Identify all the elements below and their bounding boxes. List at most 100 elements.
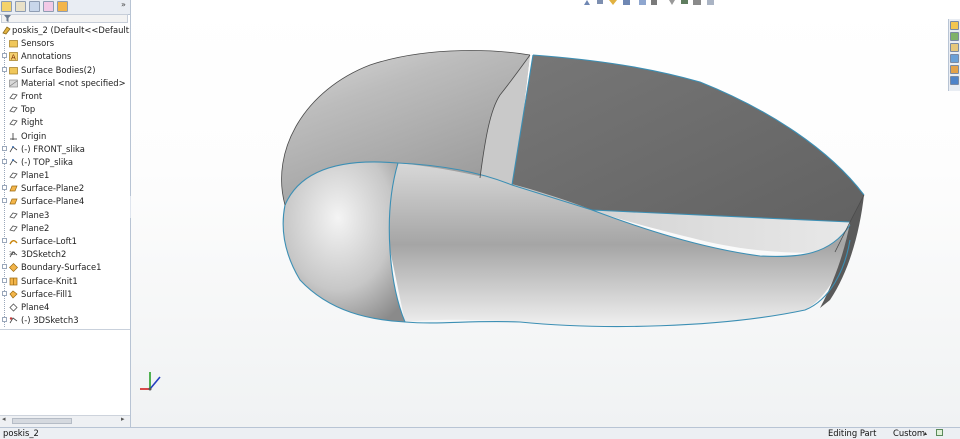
tree-item-origin[interactable]: Origin — [0, 130, 130, 143]
scroll-left-icon[interactable]: ◂ — [2, 415, 6, 423]
tree-item-front-plane[interactable]: Front — [0, 90, 130, 103]
hide-show-items-icon[interactable] — [669, 0, 675, 5]
tree-item-top-slika[interactable]: (-) TOP_slika — [0, 156, 130, 169]
configurationmanager-tab-icon[interactable] — [29, 1, 40, 12]
section-view-icon[interactable] — [623, 0, 630, 5]
reference-triad-icon — [140, 372, 161, 391]
expand-toggle[interactable] — [2, 185, 7, 191]
tree-item-material[interactable]: Material <not specified> — [0, 77, 130, 90]
svg-text:3D: 3D — [9, 251, 16, 257]
display-manager-tab-icon[interactable] — [57, 1, 68, 12]
filter-icon — [4, 15, 11, 22]
scroll-right-icon[interactable]: ▸ — [121, 415, 125, 423]
feature-manager-panel: » poskis_2 (Default<<Default>_ Sensors A… — [0, 0, 131, 427]
apply-scene-icon[interactable] — [693, 0, 701, 5]
expand-toggle[interactable] — [2, 53, 7, 59]
expand-toggle[interactable] — [2, 238, 7, 243]
plane-icon — [9, 172, 18, 179]
tree-item-surface-fill1[interactable]: Surface-Fill1 — [0, 288, 130, 301]
svg-text:A: A — [11, 54, 16, 62]
tree-item-annotations[interactable]: A Annotations — [0, 50, 130, 63]
tree-item-surface-knit1[interactable]: Surface-Knit1 — [0, 275, 130, 288]
plane-icon — [9, 119, 18, 126]
expand-toggle[interactable] — [2, 264, 7, 270]
appearances-scenes-icon[interactable] — [950, 76, 959, 85]
tree-item-plane1[interactable]: Plane1 — [0, 169, 130, 182]
sketch-icon — [9, 145, 18, 152]
view-palette-icon[interactable] — [950, 65, 959, 74]
3d-sketch-icon — [9, 317, 18, 324]
3d-model-view — [140, 50, 865, 391]
sensors-folder-icon — [9, 40, 18, 48]
manager-tabs: » — [0, 0, 130, 15]
search-icon[interactable] — [950, 54, 959, 63]
rebuild-status-icon[interactable] — [936, 429, 943, 436]
tree-item-front-slika[interactable]: (-) FRONT_slika — [0, 143, 130, 156]
file-explorer-icon[interactable] — [950, 43, 959, 52]
tree-item-surface-plane2[interactable]: Surface-Plane2 — [0, 182, 130, 195]
tree-item-3dsketch3[interactable]: (-) 3DSketch3 — [0, 314, 130, 327]
expand-toggle[interactable] — [2, 198, 7, 204]
tree-item-plane3[interactable]: Plane3 — [0, 209, 130, 222]
tree-item-sensors[interactable]: Sensors — [0, 37, 130, 50]
design-library-icon[interactable] — [950, 32, 959, 41]
edit-appearance-icon[interactable] — [681, 0, 688, 4]
tree-horizontal-scrollbar[interactable]: ◂ ▸ — [0, 415, 130, 427]
zoom-to-fit-icon[interactable] — [584, 0, 590, 5]
tree-item-surface-bodies[interactable]: Surface Bodies(2) — [0, 64, 130, 77]
display-style-icon[interactable] — [651, 0, 657, 5]
status-mode: Editing Part — [828, 428, 877, 438]
view-orientation-icon[interactable] — [639, 0, 646, 5]
expand-toggle[interactable] — [2, 66, 7, 72]
previous-view-icon[interactable] — [609, 0, 617, 5]
units-dropdown-icon[interactable]: ▴ — [924, 428, 927, 439]
heads-up-view-toolbar[interactable] — [581, 0, 741, 6]
tree-item-surface-plane4[interactable]: Surface-Plane4 — [0, 195, 130, 208]
3d-sketch-icon: 3D — [9, 251, 18, 258]
status-units[interactable]: Custom — [893, 428, 925, 439]
propertymanager-tab-icon[interactable] — [15, 1, 26, 12]
plane-icon — [9, 225, 18, 232]
front-nose-surface[interactable] — [283, 161, 405, 322]
plane-icon — [9, 212, 18, 219]
plane-icon — [9, 93, 18, 100]
surface-fill-icon — [9, 290, 18, 299]
tree-item-plane4[interactable]: Plane4 — [0, 301, 130, 314]
boundary-surface-icon — [9, 263, 18, 273]
sketch-icon — [9, 158, 18, 166]
tree-item-plane2[interactable]: Plane2 — [0, 222, 130, 235]
tree-item-surface-loft1[interactable]: Surface-Loft1 — [0, 235, 130, 248]
expand-toggle[interactable] — [2, 158, 7, 164]
tree-item-boundary-surface1[interactable]: Boundary-Surface1 — [0, 261, 130, 274]
surface-plane-icon — [9, 185, 18, 192]
origin-icon — [10, 132, 17, 140]
graphics-viewport[interactable] — [131, 0, 960, 427]
expand-toggle[interactable] — [2, 277, 7, 283]
expand-toggle[interactable] — [2, 317, 7, 323]
surface-knit-icon — [9, 277, 18, 285]
zoom-area-icon[interactable] — [597, 0, 603, 4]
dimxpert-tab-icon[interactable] — [43, 1, 54, 12]
scroll-thumb[interactable] — [12, 418, 72, 424]
tree-filter-input[interactable] — [1, 14, 128, 23]
tree-item-right-plane[interactable]: Right — [0, 116, 130, 129]
task-pane-tabs — [948, 19, 960, 91]
more-tabs-icon[interactable]: » — [121, 0, 126, 9]
expand-toggle[interactable] — [2, 145, 7, 151]
expand-toggle[interactable] — [2, 290, 7, 296]
status-document-name: poskis_2 — [3, 428, 39, 438]
surface-bodies-folder-icon — [9, 66, 18, 74]
part-icon — [2, 26, 11, 35]
annotations-icon: A — [9, 52, 18, 61]
flat-dark-face[interactable] — [512, 55, 864, 222]
tree-item-3dsketch2[interactable]: 3D 3DSketch2 — [0, 248, 130, 261]
view-settings-icon[interactable] — [707, 0, 714, 5]
tree-item-top-plane[interactable]: Top — [0, 103, 130, 116]
solidworks-resources-icon[interactable] — [950, 21, 959, 30]
feature-tree: poskis_2 (Default<<Default>_ Sensors A A… — [0, 24, 130, 327]
plane-icon — [9, 106, 18, 113]
material-icon — [9, 79, 18, 88]
surface-loft-icon — [9, 240, 18, 245]
tree-item-part[interactable]: poskis_2 (Default<<Default>_ — [0, 24, 130, 37]
featuremanager-tab-icon[interactable] — [1, 1, 12, 12]
